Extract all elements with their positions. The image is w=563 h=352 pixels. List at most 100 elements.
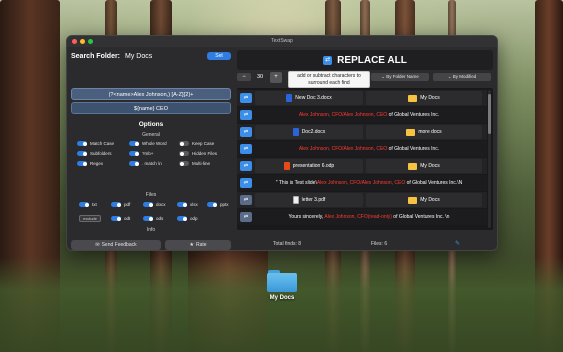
replace-file-button[interactable]: ⇄	[240, 127, 252, 137]
replace-line-button[interactable]: ⇄	[240, 212, 252, 222]
results-scrollbar[interactable]	[488, 90, 491, 228]
search-folder-value: My Docs	[125, 52, 153, 60]
file-type-txt[interactable]: txt	[79, 202, 97, 207]
replace-line-button[interactable]: ⇄	[240, 144, 252, 154]
toggle-switch[interactable]	[77, 151, 87, 156]
toggle-switch[interactable]	[143, 216, 153, 221]
exclude-button[interactable]: exclude	[79, 215, 101, 222]
file-type-pdf[interactable]: pdf	[111, 202, 130, 207]
pdf-file-icon	[292, 196, 299, 204]
files-section-title: Files	[145, 192, 157, 198]
option-hidden-files[interactable]: Hidden Files	[179, 151, 217, 156]
folder-icon	[408, 94, 418, 102]
folder-cell[interactable]: My Docs	[366, 193, 482, 207]
file-type-docx[interactable]: docx	[143, 202, 166, 207]
swap-icon: ⇄	[323, 55, 333, 65]
option-whole-word[interactable]: Whole Word	[129, 141, 167, 146]
context-char-count: 30	[256, 74, 264, 80]
docx-file-icon	[292, 128, 299, 136]
option-dot-match-newline[interactable]: . match \n	[129, 161, 162, 166]
option-regex[interactable]: Regex	[77, 161, 103, 166]
toggle-switch[interactable]	[179, 151, 189, 156]
desktop-folder-label: My Docs	[269, 295, 295, 301]
result-file-row[interactable]: ⇄ letter 3.pdf My Docs	[237, 192, 487, 208]
result-file-row[interactable]: ⇄ presentation 6.odp My Docs	[237, 158, 487, 174]
desktop-folder[interactable]: My Docs	[262, 270, 302, 301]
replace-all-button[interactable]: ⇄ REPLACE ALL	[237, 50, 493, 70]
folder-cell[interactable]: more docs	[366, 125, 482, 139]
toggle-switch[interactable]	[207, 202, 217, 207]
toggle-switch[interactable]	[143, 202, 153, 207]
folder-icon	[267, 270, 297, 292]
find-pattern-field[interactable]: (?<name>Alex Johnson,) [A-Z]{2}+	[71, 88, 231, 100]
folder-icon	[408, 196, 418, 204]
toggle-switch[interactable]	[129, 141, 139, 146]
file-type-xlsx[interactable]: xlsx	[177, 202, 198, 207]
file-type-ods[interactable]: ods	[143, 216, 163, 221]
toggle-switch[interactable]	[179, 141, 189, 146]
option-subfolders[interactable]: Subfolders	[77, 151, 112, 156]
window-title: TextSwap	[271, 38, 293, 44]
match-context-text: Alex Johnson, CFO/Alex Johnson, CEO of G…	[298, 146, 440, 152]
result-line-row[interactable]: ⇄ Alex Johnson, CFO/Alex Johnson, CEO of…	[237, 141, 487, 157]
toggle-switch[interactable]	[177, 202, 187, 207]
file-type-pptx[interactable]: pptx	[207, 202, 229, 207]
toggle-switch[interactable]	[177, 216, 187, 221]
scroll-thumb[interactable]	[488, 94, 491, 134]
replace-line-button[interactable]: ⇄	[240, 110, 252, 120]
docx-file-icon	[286, 94, 293, 102]
folder-icon	[406, 128, 416, 136]
replace-file-button[interactable]: ⇄	[240, 195, 252, 205]
total-finds-status: Total finds: 8	[273, 241, 302, 247]
result-line-row[interactable]: ⇄ Yours sincerely, Alex Johnson, CFO(rea…	[237, 209, 487, 225]
toggle-switch[interactable]	[111, 216, 121, 221]
file-name-cell[interactable]: New Doc 3.docx	[255, 91, 363, 105]
result-line-row[interactable]: ⇄ " This is Test slide\Alex Johnson, CFO…	[237, 175, 487, 191]
general-section-title: General	[142, 132, 160, 138]
folder-icon	[408, 162, 418, 170]
replace-line-button[interactable]: ⇄	[240, 178, 252, 188]
replace-file-button[interactable]: ⇄	[240, 93, 252, 103]
result-file-row[interactable]: ⇄ Doc2.docx more docs	[237, 124, 487, 140]
app-window: TextSwap Search Folder: My Docs Set (?<n…	[66, 35, 498, 251]
folder-cell[interactable]: My Docs	[366, 91, 482, 105]
edit-icon[interactable]: ✎	[455, 240, 460, 247]
option-match-case[interactable]: Match Case	[77, 141, 114, 146]
match-context-text: " This is Test slide\Alex Johnson, CFO/A…	[275, 180, 463, 186]
toggle-switch[interactable]	[79, 202, 89, 207]
file-type-odt[interactable]: odt	[111, 216, 130, 221]
file-type-odp[interactable]: odp	[177, 216, 198, 221]
result-file-row[interactable]: ⇄ New Doc 3.docx My Docs	[237, 90, 487, 106]
file-name-cell[interactable]: letter 3.pdf	[255, 193, 363, 207]
context-tooltip: add or subtract characters to surround e…	[288, 71, 370, 88]
toggle-switch[interactable]	[129, 161, 139, 166]
rate-button[interactable]: ★ Rate	[165, 240, 231, 250]
send-feedback-button[interactable]: ✉ Send Feedback	[71, 240, 161, 250]
match-context-text: Alex Johnson, CFO/Alex Johnson, CEO of G…	[298, 112, 440, 118]
replace-pattern-field[interactable]: ${name} CEO	[71, 102, 231, 114]
results-list: ⇄ New Doc 3.docx My Docs ⇄ Alex Johnson,…	[237, 88, 493, 230]
title-bar: TextSwap	[67, 36, 497, 47]
option-multi-line[interactable]: Multi-line	[179, 161, 210, 166]
toggle-switch[interactable]	[179, 161, 189, 166]
file-name-cell[interactable]: presentation 6.odp	[255, 159, 363, 173]
toggle-switch[interactable]	[77, 141, 87, 146]
toggle-switch[interactable]	[77, 161, 87, 166]
toggle-switch[interactable]	[129, 151, 139, 156]
decrease-context-button[interactable]: −	[237, 73, 251, 81]
search-folder-row: Search Folder: My Docs	[71, 50, 229, 62]
files-count-status: Files: 6	[371, 241, 388, 247]
sort-by-folder-button[interactable]: ⌄ By Folder Name	[371, 73, 429, 81]
option-keep-case[interactable]: Keep Case	[179, 141, 214, 146]
folder-cell[interactable]: My Docs	[366, 159, 482, 173]
set-folder-button[interactable]: Set	[207, 52, 231, 60]
toggle-switch[interactable]	[111, 202, 121, 207]
sort-by-modified-button[interactable]: ⌄ By Modified	[433, 73, 491, 81]
increase-context-button[interactable]: +	[270, 72, 282, 83]
replace-file-button[interactable]: ⇄	[240, 161, 252, 171]
file-name-cell[interactable]: Doc2.docx	[255, 125, 363, 139]
result-line-row[interactable]: ⇄ Alex Johnson, CFO/Alex Johnson, CEO of…	[237, 107, 487, 123]
option-size-limit[interactable]: ?mb+	[129, 151, 153, 156]
match-context-text: Yours sincerely, Alex Johnson, CFO(read-…	[288, 214, 450, 220]
info-section-title: Info	[146, 227, 156, 233]
